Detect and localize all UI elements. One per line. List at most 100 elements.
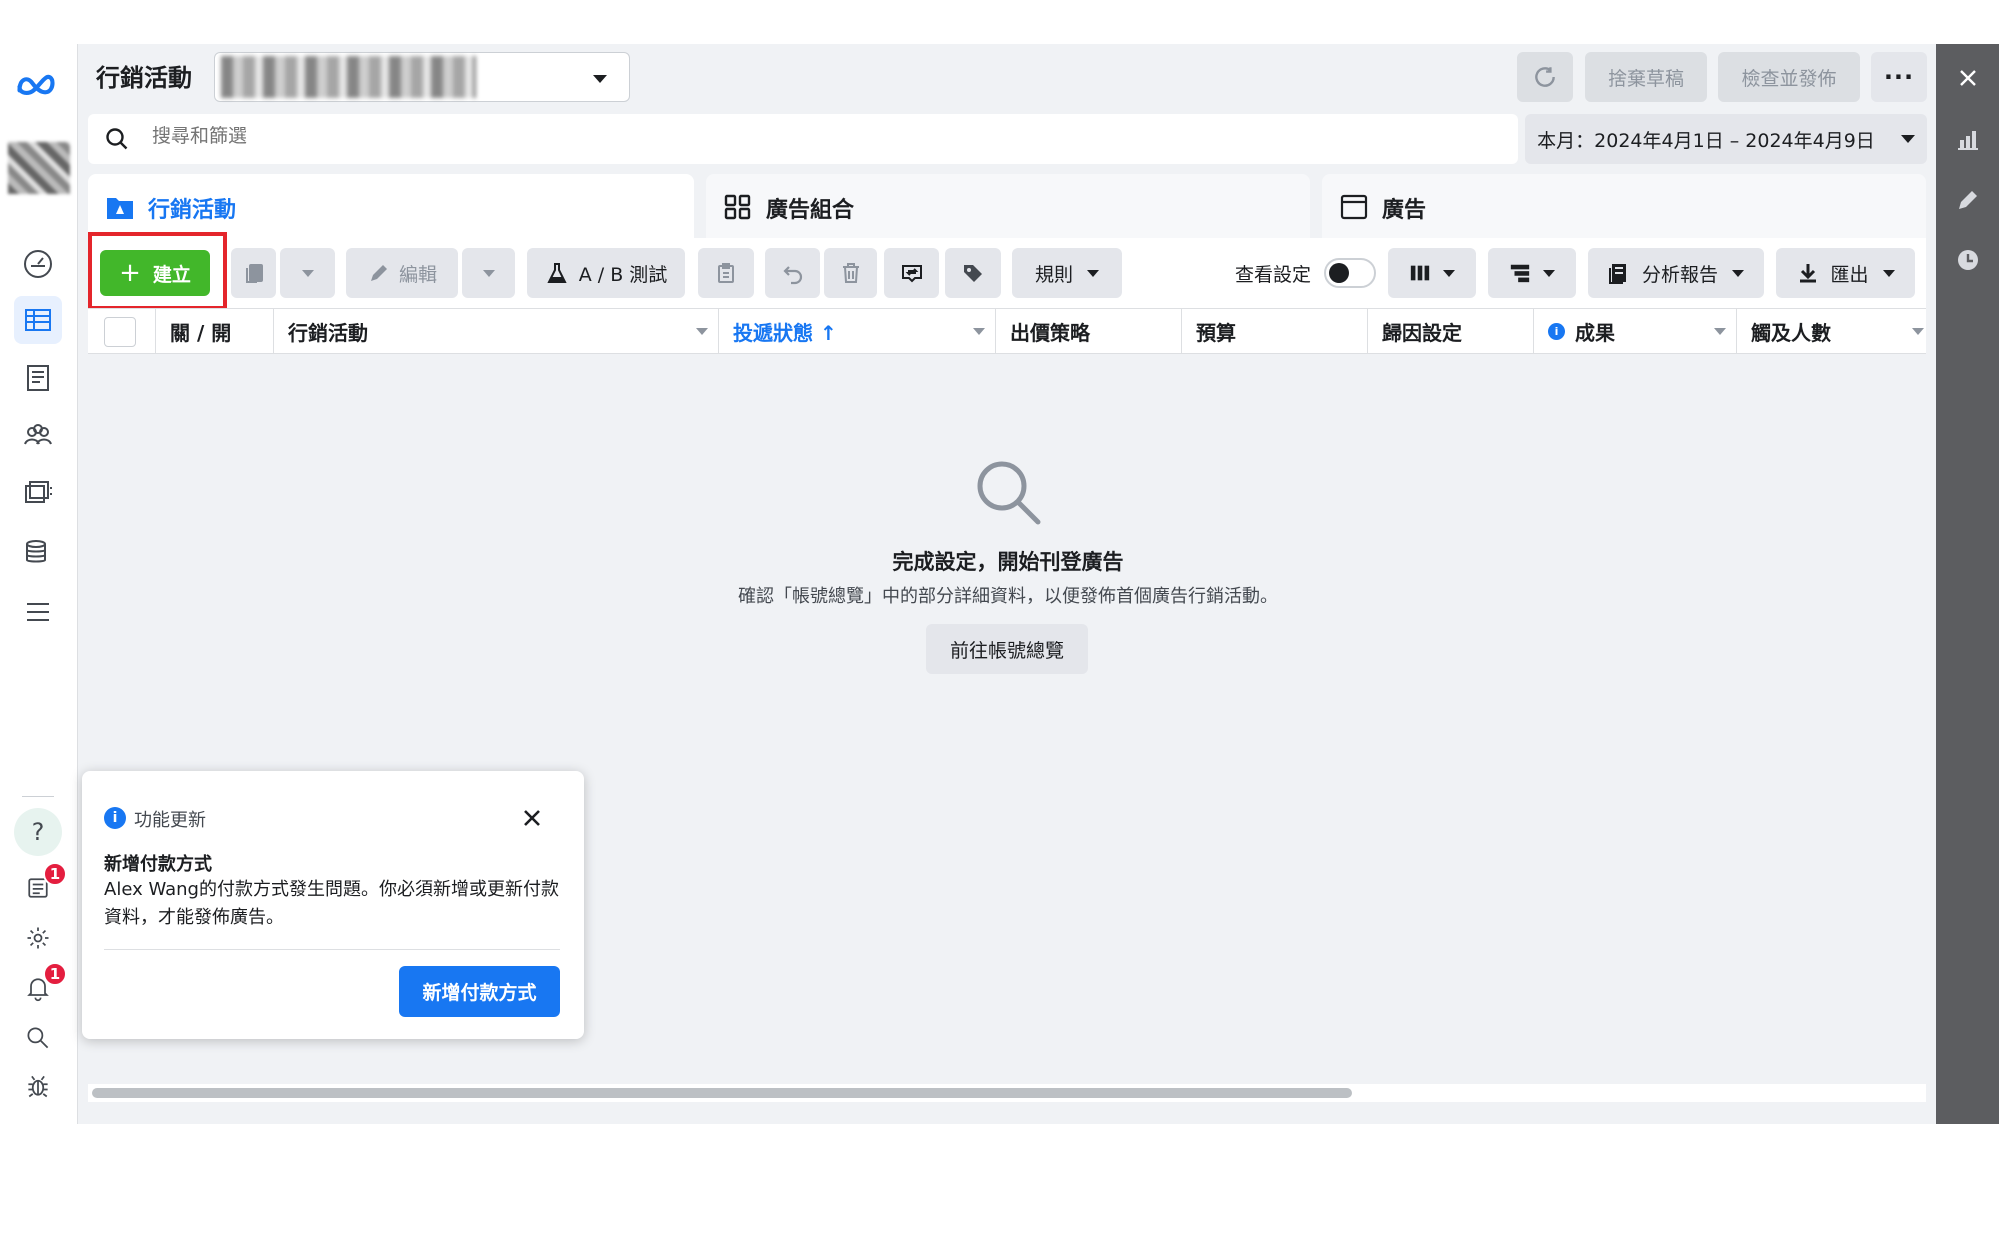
search-icon: [106, 128, 128, 150]
view-settings-toggle[interactable]: [1324, 258, 1376, 288]
column-header-campaign[interactable]: 行銷活動: [274, 309, 719, 353]
bar-chart-icon[interactable]: [1954, 126, 1982, 154]
refresh-button[interactable]: [1517, 52, 1573, 102]
tab-ad-sets[interactable]: 廣告組合: [706, 174, 1310, 238]
chevron-down-icon: [973, 328, 985, 335]
column-header-bid-strategy[interactable]: 出價策略: [996, 309, 1182, 353]
nav-audiences-icon[interactable]: [14, 412, 62, 460]
nav-campaigns-table-icon[interactable]: [14, 296, 62, 344]
edit-dropdown[interactable]: [462, 248, 515, 298]
chevron-down-icon: [1732, 269, 1744, 277]
date-range-picker[interactable]: 本月：2024年4月1日 – 2024年4月9日: [1525, 114, 1927, 164]
add-payment-method-button[interactable]: 新增付款方式: [399, 966, 560, 1017]
breakdown-button[interactable]: [1488, 248, 1576, 298]
flask-icon: [547, 263, 567, 283]
columns-icon: [1410, 265, 1430, 281]
chevron-down-icon: [1714, 328, 1726, 335]
more-options-button[interactable]: ···: [1871, 52, 1927, 102]
select-column: [88, 309, 156, 353]
nav-billing-icon[interactable]: [14, 528, 62, 576]
account-avatar[interactable]: [8, 142, 70, 194]
tag-icon: [964, 265, 982, 282]
rules-button[interactable]: 規則: [1012, 248, 1122, 298]
column-header-reach[interactable]: 觸及人數: [1737, 309, 1926, 353]
empty-state-title: 完成設定，開始刊登廣告: [892, 550, 1124, 574]
account-name-redacted: [221, 56, 476, 98]
ab-test-button[interactable]: A / B 測試: [527, 248, 685, 298]
columns-button[interactable]: [1388, 248, 1476, 298]
discard-draft-button[interactable]: 捨棄草稿: [1585, 52, 1707, 102]
column-header-attribution[interactable]: 歸因設定: [1368, 309, 1534, 353]
download-icon: [1800, 264, 1817, 283]
preview-exchange-icon: [901, 265, 922, 283]
preview-button[interactable]: [884, 248, 939, 298]
column-label: 觸及人數: [1751, 320, 1831, 345]
tab-label: 廣告組合: [766, 198, 855, 223]
review-publish-button[interactable]: 檢查並發佈: [1718, 52, 1860, 102]
column-header-on-off[interactable]: 關 / 開: [156, 309, 274, 353]
page-title: 行銷活動: [96, 64, 192, 92]
bottom-margin: [0, 1124, 1999, 1250]
info-icon: i: [104, 807, 126, 829]
reports-button[interactable]: 分析報告: [1588, 248, 1764, 298]
column-header-budget[interactable]: 預算: [1182, 309, 1368, 353]
close-icon[interactable]: [518, 804, 546, 832]
report-bug-icon[interactable]: [14, 1062, 62, 1110]
select-all-checkbox[interactable]: [104, 317, 136, 347]
clipboard-button[interactable]: [698, 248, 754, 298]
refresh-icon: [1535, 67, 1555, 87]
clipboard-icon: [718, 263, 734, 283]
rules-label: 規則: [1034, 263, 1073, 286]
campaign-folder-icon: [107, 198, 133, 219]
news-badge: 1: [43, 862, 67, 886]
trash-icon: [842, 263, 859, 283]
nav-search-icon[interactable]: [14, 1014, 62, 1062]
undo-button[interactable]: [765, 248, 820, 298]
export-button[interactable]: 匯出: [1776, 248, 1915, 298]
ab-test-label: A / B 測試: [578, 263, 668, 286]
grid-icon: [724, 194, 751, 220]
popup-divider: [104, 949, 560, 950]
help-icon[interactable]: ?: [14, 808, 62, 856]
duplicate-button[interactable]: [231, 248, 276, 298]
nav-media-library-icon[interactable]: [14, 470, 62, 518]
tab-campaigns[interactable]: 行銷活動: [88, 174, 694, 238]
edit-pencil-icon[interactable]: [1954, 186, 1982, 214]
delete-button[interactable]: [824, 248, 877, 298]
settings-gear-icon[interactable]: [14, 914, 62, 962]
empty-state-description: 確認「帳號總覽」中的部分詳細資料，以便發佈首個廣告行銷活動。: [738, 586, 1278, 607]
left-nav: [0, 44, 78, 1124]
meta-logo-icon[interactable]: [14, 64, 62, 104]
export-label: 匯出: [1830, 263, 1869, 286]
scrollbar-thumb[interactable]: [92, 1088, 1352, 1098]
tab-ads[interactable]: 廣告: [1322, 174, 1926, 238]
ads-manager-app: ? 1 1 行銷活動 捨棄草稿 檢查並發佈 ··· 本月：2024年4月1日 –…: [0, 0, 1999, 1250]
go-to-account-overview-button[interactable]: 前往帳號總覽: [926, 624, 1088, 674]
column-label: 行銷活動: [288, 320, 368, 345]
notifications-badge-count: 1: [49, 965, 61, 983]
empty-search-icon: [977, 461, 1041, 525]
history-clock-icon[interactable]: [1954, 246, 1982, 274]
date-range-label: 本月：2024年4月1日 – 2024年4月9日: [1537, 129, 1875, 152]
top-margin: [0, 0, 1999, 44]
close-panel-icon[interactable]: [1954, 64, 1982, 92]
duplicate-dropdown[interactable]: [280, 248, 335, 298]
info-icon: i: [1548, 322, 1565, 340]
edit-button[interactable]: 編輯: [346, 248, 458, 298]
reports-label: 分析報告: [1641, 263, 1718, 286]
tag-button[interactable]: [945, 248, 1001, 298]
popup-body: Alex Wang的付款方式發生問題。你必須新增或更新付款資料，才能發佈廣告。: [104, 879, 559, 928]
highlight-box: [88, 232, 227, 310]
account-selector[interactable]: [214, 52, 630, 102]
chevron-down-icon: [1912, 328, 1924, 335]
nav-dashboard-icon[interactable]: [14, 240, 62, 288]
toggle-knob: [1329, 263, 1349, 283]
column-header-delivery[interactable]: 投遞狀態 ↑: [719, 309, 996, 353]
column-header-results[interactable]: i 成果: [1534, 309, 1737, 353]
help-icon-glyph: ?: [31, 818, 45, 846]
nav-reports-icon[interactable]: [14, 354, 62, 402]
chevron-down-icon: [696, 328, 708, 335]
search-input[interactable]: [152, 126, 1052, 148]
nav-all-tools-icon[interactable]: [14, 588, 62, 636]
breakdown-icon: [1510, 264, 1530, 283]
